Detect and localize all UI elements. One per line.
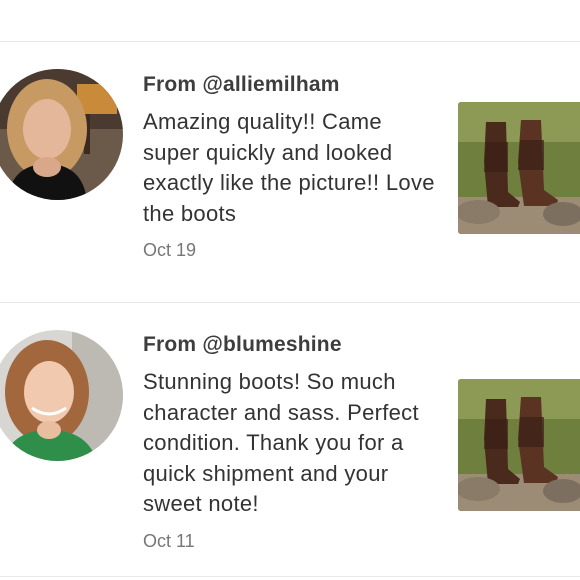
review-text: Stunning boots! So much character and sa… xyxy=(143,369,419,516)
reviewer-avatar[interactable] xyxy=(0,330,123,461)
boots-photo[interactable] xyxy=(458,379,580,511)
divider-top xyxy=(0,41,580,42)
review-date: Oct 19 xyxy=(143,240,197,260)
boots-photo[interactable] xyxy=(458,102,580,234)
review-author[interactable]: From @blumeshine xyxy=(143,332,443,358)
reviewer-avatar[interactable] xyxy=(0,69,123,200)
divider-middle xyxy=(0,302,580,303)
review-text: Amazing quality!! Came super quickly and… xyxy=(143,109,435,226)
review-author[interactable]: From @alliemilham xyxy=(143,72,443,98)
review-date: Oct 11 xyxy=(143,530,195,551)
divider-bottom xyxy=(0,576,580,577)
